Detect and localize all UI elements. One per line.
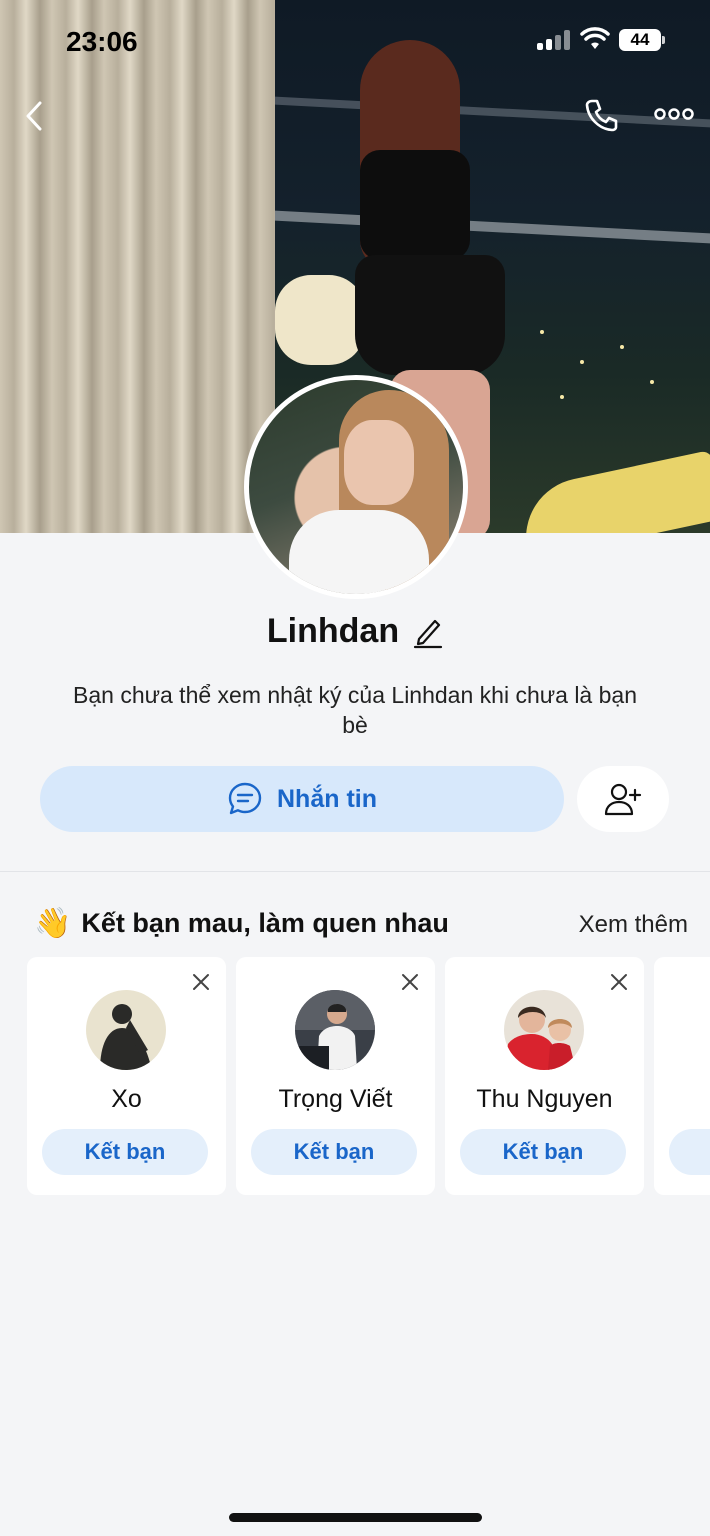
suggestion-name: Xo <box>111 1085 142 1113</box>
city-light <box>650 380 654 384</box>
message-button-label: Nhắn tin <box>277 784 377 813</box>
suggestions-title-text: Kết bạn mau, làm quen nhau <box>81 908 449 938</box>
close-icon[interactable] <box>610 973 628 991</box>
add-friend-button[interactable] <box>577 766 669 832</box>
chevron-left-icon[interactable] <box>22 100 48 132</box>
city-light <box>580 360 584 364</box>
see-more-link[interactable]: Xem thêm <box>579 911 688 939</box>
avatar[interactable] <box>244 375 468 599</box>
section-divider <box>0 871 710 872</box>
cover-chair <box>514 449 710 533</box>
profile-name-row: Linhdan <box>0 612 710 651</box>
add-friend-button[interactable]: Kết bạn <box>460 1129 626 1175</box>
add-friend-button-partial[interactable] <box>669 1129 710 1175</box>
suggestion-avatar[interactable] <box>86 990 166 1070</box>
suggestion-avatar[interactable] <box>295 990 375 1070</box>
suggestion-card-partial[interactable] <box>654 957 710 1195</box>
close-icon[interactable] <box>401 973 419 991</box>
suggestion-card[interactable]: Trọng Viết Kết bạn <box>236 957 435 1195</box>
profile-name: Linhdan <box>266 612 400 650</box>
phone-icon[interactable] <box>583 97 619 133</box>
battery-icon: 44 <box>619 29 661 51</box>
suggestion-avatar[interactable] <box>504 990 584 1070</box>
add-user-icon <box>604 783 642 816</box>
suggestion-name: Trọng Viết <box>278 1085 393 1113</box>
status-bar: 23:06 44 <box>0 0 710 80</box>
home-indicator[interactable] <box>229 1513 482 1522</box>
message-button[interactable]: Nhắn tin <box>40 766 564 832</box>
battery-tip <box>662 36 665 44</box>
suggestion-list: Xo Kết bạn Trọng Viết Kết bạn Thu Nguyen… <box>27 957 710 1195</box>
wifi-icon <box>580 27 610 49</box>
city-light <box>540 330 544 334</box>
suggestion-card[interactable]: Thu Nguyen Kết bạn <box>445 957 644 1195</box>
add-friend-button[interactable]: Kết bạn <box>42 1129 208 1175</box>
city-light <box>620 345 624 349</box>
city-light <box>560 395 564 399</box>
suggestion-card[interactable]: Xo Kết bạn <box>27 957 226 1195</box>
status-time: 23:06 <box>66 26 138 57</box>
suggestion-name: Thu Nguyen <box>476 1085 613 1113</box>
chat-bubble-icon <box>228 782 262 815</box>
cellular-signal-icon <box>537 30 571 50</box>
close-icon[interactable] <box>192 973 210 991</box>
waving-hand-icon: 👋 <box>34 907 72 940</box>
suggestions-title: 👋 Kết bạn mau, làm quen nhau <box>34 906 449 941</box>
add-friend-button[interactable]: Kết bạn <box>251 1129 417 1175</box>
privacy-note: Bạn chưa thể xem nhật ký của Linhdan khi… <box>73 682 637 738</box>
pencil-icon[interactable] <box>413 615 443 649</box>
more-dots-icon[interactable] <box>654 106 694 122</box>
